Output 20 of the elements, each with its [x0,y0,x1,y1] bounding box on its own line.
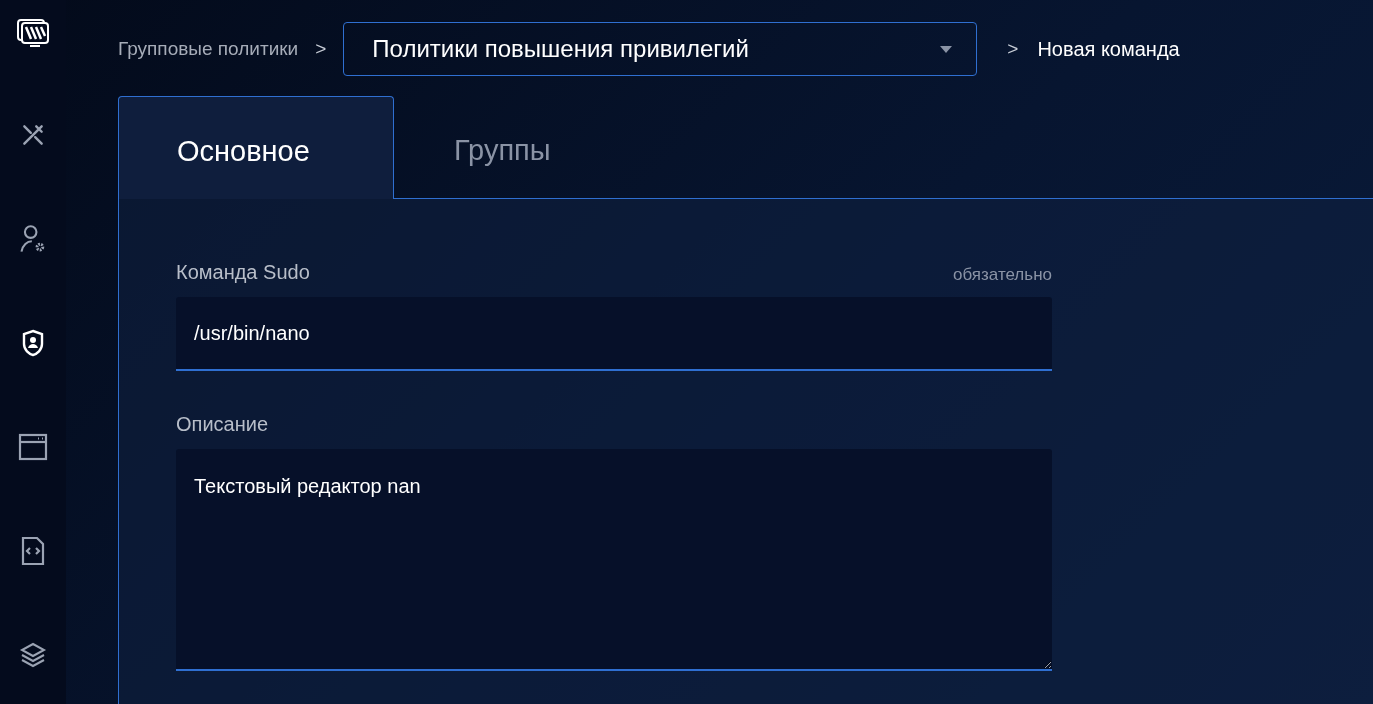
field-label: Команда Sudo [176,260,310,285]
tools-icon [20,122,46,148]
layers-icon [19,641,47,669]
caret-icon [940,45,953,53]
description-textarea[interactable]: Текстовый редактор nan [176,449,1052,671]
monitor-logo-icon[interactable] [16,18,50,48]
policy-dropdown[interactable]: Политики повышения привилегий [343,22,978,76]
command-input[interactable]: /usr/bin/nano [176,297,1052,371]
tab[interactable]: Группы [394,96,670,198]
breadcrumb-current: Новая команда [1037,37,1180,62]
required-hint: обязательно [953,263,1052,286]
user-gear-icon [19,224,47,254]
tab[interactable]: Основное [118,96,394,199]
breadcrumb-separator: > [1007,36,1019,61]
code-file-icon [20,536,46,566]
shield-user-icon [21,329,45,357]
window-icon [18,433,48,461]
breadcrumb-link[interactable]: Групповые политики [118,34,299,64]
field-label: Описание [176,412,269,437]
breadcrumb-separator: > [315,36,327,61]
